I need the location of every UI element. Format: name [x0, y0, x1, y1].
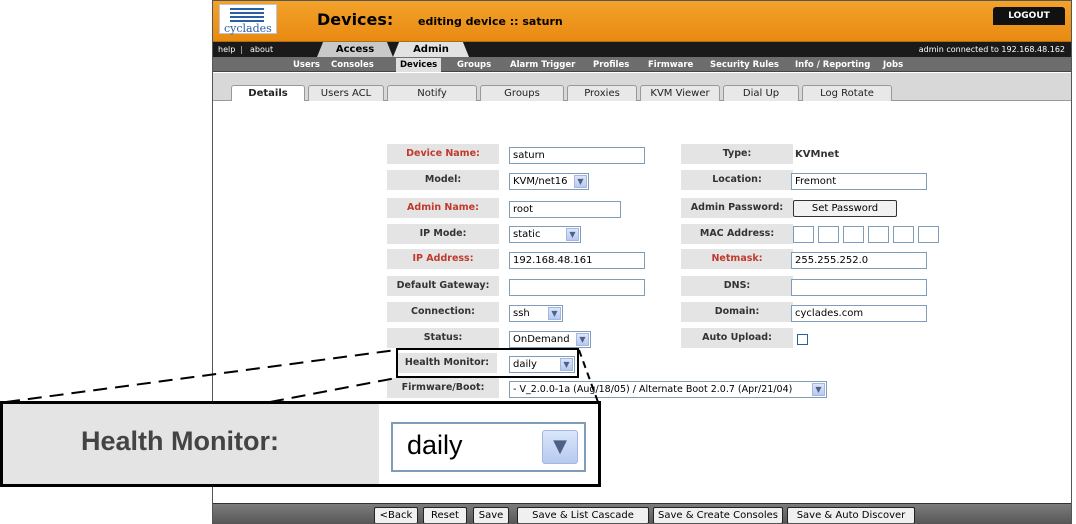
subnav-consoles[interactable]: Consoles	[331, 59, 374, 71]
ip-mode-value: static	[513, 229, 541, 240]
tab-notify[interactable]: Notify	[387, 85, 477, 101]
connection-value: ssh	[513, 308, 530, 319]
zoom-callout: Health Monitor: daily ▼	[0, 401, 601, 487]
tab-dial-up[interactable]: Dial Up	[723, 85, 799, 101]
chevron-down-icon: ▼	[542, 430, 578, 464]
chevron-down-icon: ▼	[548, 307, 561, 320]
type-value: KVMnet	[795, 149, 840, 160]
subnav-devices[interactable]: Devices	[396, 58, 442, 72]
model-select[interactable]: KVM/net16 ▼	[509, 173, 589, 190]
auto-upload-checkbox[interactable]	[797, 334, 808, 345]
status-select[interactable]: OnDemand ▼	[509, 331, 591, 348]
tab-details[interactable]: Details	[231, 85, 305, 102]
help-link[interactable]: help	[218, 45, 235, 54]
subnav-jobs[interactable]: Jobs	[883, 59, 903, 71]
page-subtitle: editing device :: saturn	[418, 15, 563, 28]
tab-access[interactable]: Access	[317, 42, 393, 57]
chevron-down-icon: ▼	[566, 228, 579, 241]
top-nav: help | about Access Admin admin connecte…	[213, 42, 1071, 57]
subnav-groups[interactable]: Groups	[457, 59, 491, 71]
model-label: Model:	[387, 170, 499, 190]
chevron-down-icon: ▼	[574, 175, 587, 188]
ip-address-field[interactable]: 192.168.48.161	[509, 252, 645, 269]
subnav-firmware[interactable]: Firmware	[648, 59, 693, 71]
model-value: KVM/net16	[513, 176, 568, 187]
firmware-boot-value: - V_2.0.0-1a (Aug/18/05) / Alternate Boo…	[513, 384, 793, 395]
netmask-label: Netmask:	[681, 249, 793, 269]
subnav-users[interactable]: Users	[293, 59, 320, 71]
mac-octet-5[interactable]	[893, 226, 914, 243]
logo-text: cyclades	[224, 22, 272, 35]
mac-address-label: MAC Address:	[681, 224, 793, 244]
status-label: Status:	[387, 328, 499, 348]
mac-octet-3[interactable]	[843, 226, 864, 243]
connection-select[interactable]: ssh ▼	[509, 305, 563, 322]
zoom-health-monitor-value: daily	[407, 430, 463, 460]
domain-label: Domain:	[681, 302, 793, 322]
save-create-consoles-button[interactable]: Save & Create Consoles	[653, 507, 783, 523]
default-gateway-field[interactable]	[509, 279, 645, 296]
tab-groups[interactable]: Groups	[480, 85, 564, 101]
subnav-security-rules[interactable]: Security Rules	[710, 59, 779, 71]
cyclades-logo: cyclades	[219, 4, 277, 35]
set-password-button[interactable]: Set Password	[793, 200, 897, 217]
connection-label: Connection:	[387, 302, 499, 322]
about-link[interactable]: about	[250, 45, 273, 54]
save-button[interactable]: Save	[473, 507, 509, 523]
mac-octet-2[interactable]	[818, 226, 839, 243]
domain-field[interactable]: cyclades.com	[791, 305, 927, 322]
logo-mark	[230, 8, 264, 22]
subnav-info-reporting[interactable]: Info / Reporting	[795, 59, 870, 71]
zoom-label-background: Health Monitor:	[3, 404, 379, 484]
tab-log-rotate[interactable]: Log Rotate	[802, 85, 892, 101]
location-field[interactable]: Fremont	[791, 173, 927, 190]
zoom-health-monitor-label: Health Monitor:	[81, 426, 279, 456]
content-tabs: Details Users ACL Notify Groups Proxies …	[213, 73, 1071, 102]
admin-password-label: Admin Password:	[681, 198, 793, 218]
chevron-down-icon: ▼	[812, 383, 825, 396]
ip-address-label: IP Address:	[387, 249, 499, 269]
mac-octet-4[interactable]	[868, 226, 889, 243]
footer-toolbar: <Back Reset Save Save & List Cascade Sav…	[213, 503, 1071, 523]
reset-button[interactable]: Reset	[423, 507, 467, 523]
back-button[interactable]: <Back	[374, 507, 418, 523]
mac-octet-1[interactable]	[793, 226, 814, 243]
health-monitor-highlight	[396, 348, 579, 378]
connection-info: admin connected to 192.168.48.162	[918, 45, 1065, 54]
default-gateway-label: Default Gateway:	[387, 276, 499, 296]
firmware-boot-label: Firmware/Boot:	[387, 378, 499, 398]
device-name-field[interactable]: saturn	[509, 147, 645, 164]
subnav-alarm-trigger[interactable]: Alarm Trigger	[510, 59, 575, 71]
save-list-cascade-button[interactable]: Save & List Cascade	[517, 507, 649, 523]
location-label: Location:	[681, 170, 793, 190]
dns-field[interactable]	[791, 279, 927, 296]
ip-mode-label: IP Mode:	[387, 224, 499, 244]
type-label: Type:	[681, 144, 793, 164]
mac-octet-6[interactable]	[918, 226, 939, 243]
tab-users-acl[interactable]: Users ACL	[308, 85, 384, 101]
status-value: OnDemand	[513, 334, 570, 345]
tab-admin[interactable]: Admin	[393, 42, 469, 57]
netmask-field[interactable]: 255.255.252.0	[791, 252, 927, 269]
auto-upload-label: Auto Upload:	[681, 328, 793, 348]
header: cyclades Devices: editing device :: satu…	[213, 1, 1071, 42]
admin-name-label: Admin Name:	[387, 198, 499, 218]
chevron-down-icon: ▼	[576, 333, 589, 346]
ip-mode-select[interactable]: static ▼	[509, 226, 581, 243]
device-name-label: Device Name:	[387, 144, 499, 164]
tab-proxies[interactable]: Proxies	[567, 85, 637, 101]
save-auto-discover-button[interactable]: Save & Auto Discover	[787, 507, 915, 523]
sub-nav: Users Consoles Devices Groups Alarm Trig…	[213, 57, 1071, 72]
page-title: Devices:	[317, 10, 394, 29]
firmware-boot-select[interactable]: - V_2.0.0-1a (Aug/18/05) / Alternate Boo…	[509, 381, 827, 398]
dns-label: DNS:	[681, 276, 793, 296]
subnav-profiles[interactable]: Profiles	[593, 59, 629, 71]
nav-separator: |	[240, 45, 243, 54]
logout-button[interactable]: LOGOUT	[993, 7, 1065, 25]
tab-kvm-viewer[interactable]: KVM Viewer	[640, 85, 720, 101]
admin-name-field[interactable]: root	[509, 201, 621, 218]
zoom-health-monitor-select: daily ▼	[391, 422, 586, 472]
